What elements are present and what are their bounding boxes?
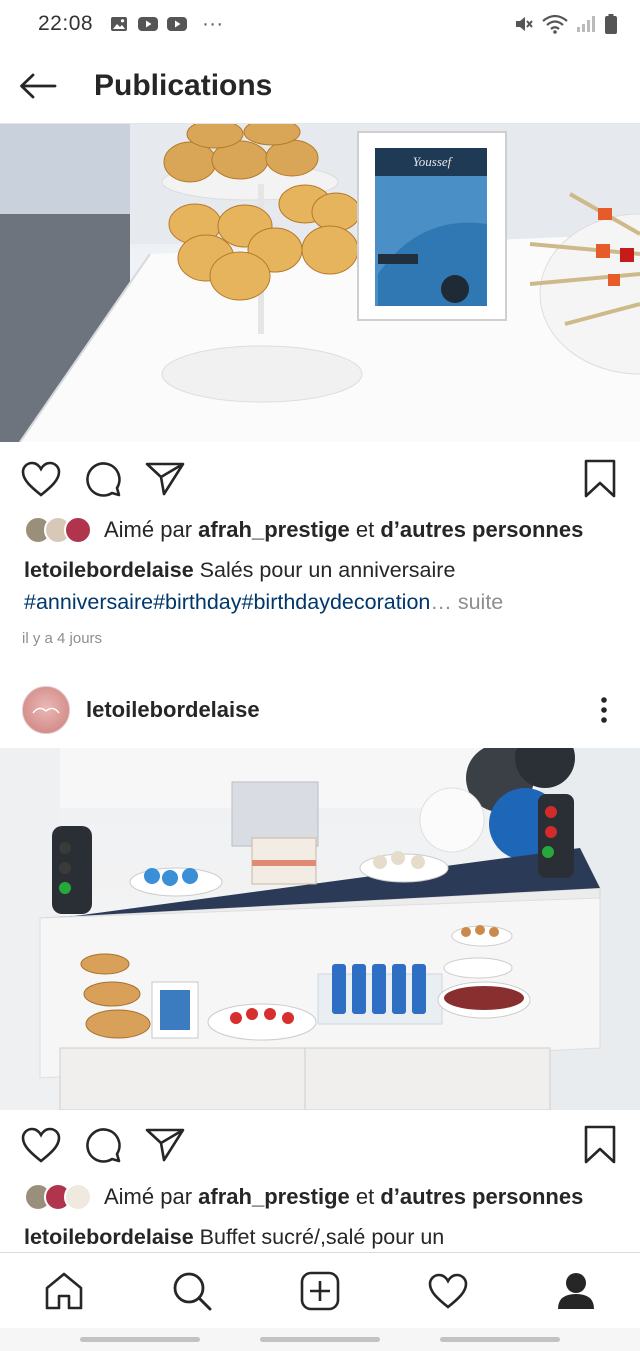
likes-summary[interactable]: Aimé par afrah_prestige et d’autres pers… — [24, 1183, 583, 1211]
wifi-icon — [542, 14, 568, 34]
post-actions — [0, 442, 640, 518]
activity-heart-icon — [428, 1273, 468, 1309]
battery-icon — [604, 14, 618, 34]
more-notifications-icon: ··· — [202, 12, 224, 35]
nav-profile[interactable] — [544, 1259, 608, 1323]
share-button[interactable] — [145, 1125, 185, 1165]
send-icon — [145, 1128, 185, 1162]
liker-avatars — [24, 516, 92, 544]
gesture-handle[interactable] — [260, 1337, 380, 1342]
post-username[interactable]: letoilebordelaise — [86, 697, 260, 723]
post-caption: letoilebordelaise Salés pour un annivers… — [24, 554, 624, 618]
liker-username[interactable]: afrah_prestige — [198, 517, 350, 542]
avatar — [64, 516, 92, 544]
youtube-icon — [167, 15, 188, 33]
nav-search[interactable] — [160, 1259, 224, 1323]
save-button[interactable] — [580, 459, 620, 499]
savory-snacks-photo: Youssef — [0, 124, 640, 442]
post-timestamp: il y a 4 jours — [22, 630, 103, 647]
post-header: letoilebordelaise — [0, 680, 640, 740]
caption-author[interactable]: letoilebordelaise — [24, 1225, 194, 1249]
caption-text: Buffet sucré/,salé pour un — [193, 1225, 445, 1249]
add-post-icon — [300, 1271, 340, 1310]
comment-button[interactable] — [83, 1125, 123, 1165]
like-button[interactable] — [21, 459, 61, 499]
avatar — [64, 1183, 92, 1211]
bookmark-icon — [584, 1125, 616, 1164]
likes-text: Aimé par afrah_prestige et d’autres pers… — [104, 1184, 584, 1209]
profile-icon — [558, 1272, 594, 1309]
post-options-button[interactable] — [592, 690, 616, 730]
buffet-photo — [0, 748, 640, 1110]
caption-author[interactable]: letoilebordelaise — [24, 558, 194, 582]
status-time: 22:08 — [38, 12, 94, 35]
send-icon — [145, 462, 185, 496]
comment-button[interactable] — [83, 459, 123, 499]
more-vertical-icon — [601, 697, 607, 723]
nav-home[interactable] — [32, 1259, 96, 1323]
avatar[interactable] — [22, 686, 70, 734]
bottom-nav — [0, 1252, 640, 1328]
comment-icon — [86, 1128, 121, 1163]
likes-text: Aimé par afrah_prestige et d’autres pers… — [104, 517, 584, 542]
arrow-left-icon — [20, 73, 57, 98]
heart-icon — [21, 1127, 61, 1163]
signal-icon — [576, 15, 596, 33]
nav-new-post[interactable] — [288, 1259, 352, 1323]
search-icon — [173, 1272, 212, 1310]
save-button[interactable] — [580, 1125, 620, 1165]
page-title: Publications — [94, 68, 273, 102]
post-caption: letoilebordelaise Buffet sucré/,salé pou… — [24, 1221, 624, 1253]
comment-icon — [86, 462, 121, 497]
gesture-handle[interactable] — [440, 1337, 560, 1342]
gallery-icon — [109, 15, 129, 33]
frame-label: Youssef — [413, 154, 454, 169]
likes-summary[interactable]: Aimé par afrah_prestige et d’autres pers… — [24, 516, 583, 544]
home-icon — [45, 1272, 83, 1309]
system-gesture-bar — [0, 1328, 640, 1351]
share-button[interactable] — [145, 459, 185, 499]
caption-more-link[interactable]: … suite — [430, 590, 503, 614]
heart-icon — [21, 461, 61, 497]
app-header: Publications — [0, 48, 640, 124]
logo-icon — [32, 707, 60, 714]
nav-activity[interactable] — [416, 1259, 480, 1323]
bookmark-icon — [584, 459, 616, 498]
caption-hashtags[interactable]: #anniversaire#birthday#birthdaydecoratio… — [24, 590, 430, 614]
post-image[interactable] — [0, 748, 640, 1110]
youtube-icon — [138, 15, 159, 33]
caption-text: Salés pour un anniversaire — [193, 558, 456, 582]
like-button[interactable] — [21, 1125, 61, 1165]
gesture-handle[interactable] — [80, 1337, 200, 1342]
status-system-icons — [514, 14, 618, 34]
liker-avatars — [24, 1183, 92, 1211]
status-bar: 22:08 ··· — [0, 0, 640, 48]
liker-username[interactable]: afrah_prestige — [198, 1184, 350, 1209]
status-notifications: ··· — [109, 13, 223, 36]
post-image[interactable]: Youssef — [0, 124, 640, 442]
back-button[interactable] — [0, 48, 76, 124]
mute-icon — [514, 15, 534, 33]
post-actions — [0, 1108, 640, 1184]
